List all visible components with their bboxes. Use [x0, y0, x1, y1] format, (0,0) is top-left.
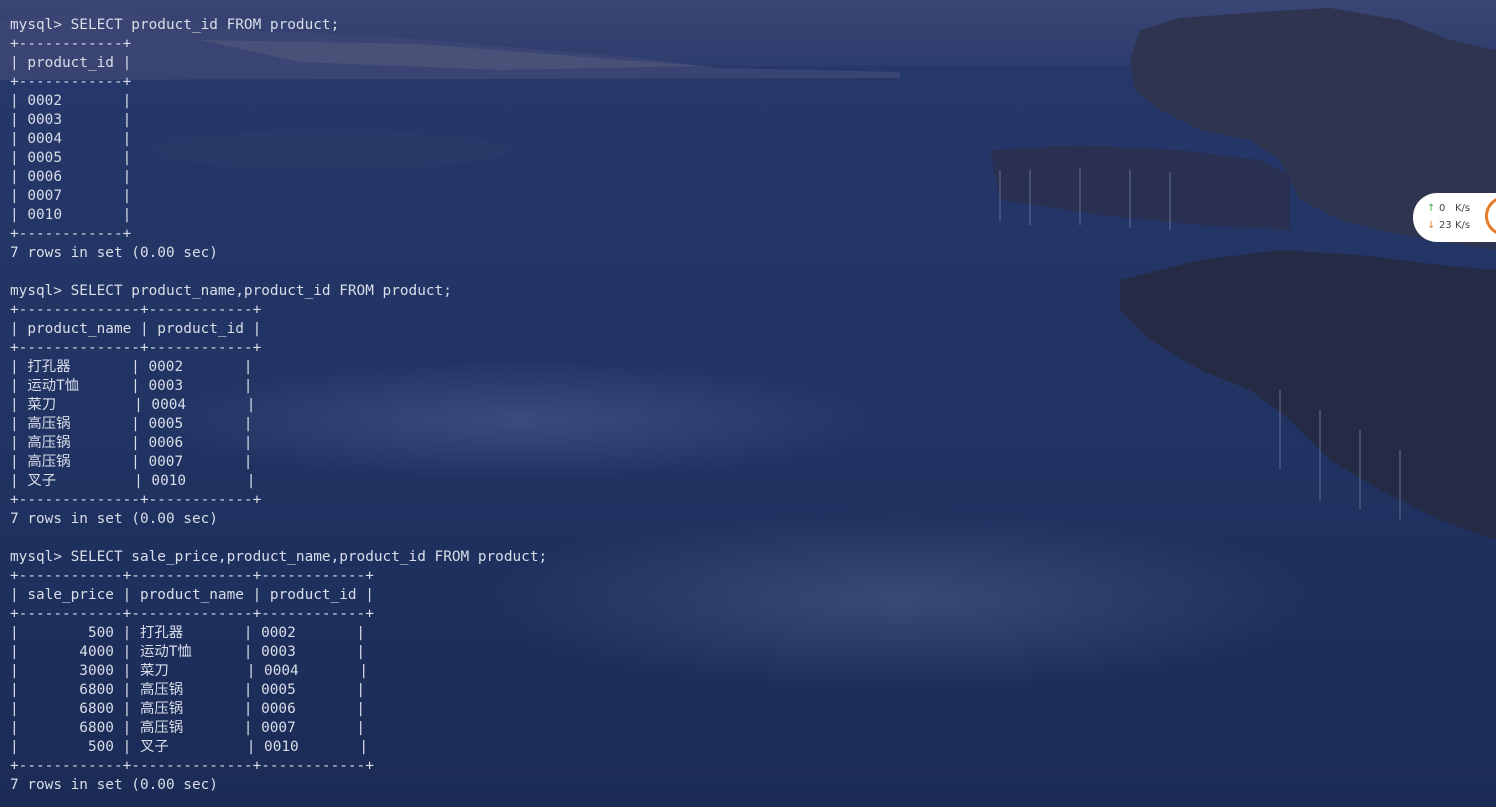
result-summary-line: 7 rows in set (0.00 sec)	[10, 777, 218, 793]
table-row: | 4000 | 运动T恤 | 0003 |	[10, 644, 366, 660]
table-row: | 高压锅 | 0007 |	[10, 454, 253, 470]
table-row: | 0002 |	[10, 93, 132, 109]
table-row: | 3000 | 菜刀 | 0004 |	[10, 663, 369, 679]
table-row: | 0010 |	[10, 207, 132, 223]
table-row: | 高压锅 | 0006 |	[10, 435, 253, 451]
table-border-line: +--------------+------------+	[10, 340, 262, 356]
table-border-line: +------------+	[10, 36, 132, 52]
table-row: | 0003 |	[10, 112, 132, 128]
upload-speed-row: ↑ 0 K/s	[1427, 202, 1470, 216]
table-border-line: +------------+--------------+-----------…	[10, 758, 374, 774]
table-row: | 运动T恤 | 0003 |	[10, 378, 253, 394]
download-speed-unit: K/s	[1455, 220, 1471, 231]
table-row: | 0004 |	[10, 131, 132, 147]
table-row: | product_name | product_id |	[10, 321, 262, 337]
table-border-line: +--------------+------------+	[10, 302, 262, 318]
table-border-line: +------------+	[10, 74, 132, 90]
table-row: | 高压锅 | 0005 |	[10, 416, 253, 432]
table-row: | 打孔器 | 0002 |	[10, 359, 253, 375]
download-speed-value: 23	[1439, 220, 1452, 231]
table-row: | sale_price | product_name | product_id…	[10, 587, 374, 603]
table-row: | 6800 | 高压锅 | 0006 |	[10, 701, 366, 717]
table-row: | 6800 | 高压锅 | 0007 |	[10, 720, 366, 736]
arrow-up-icon: ↑	[1427, 203, 1436, 214]
table-row: | 500 | 打孔器 | 0002 |	[10, 625, 366, 641]
table-row: | 叉子 | 0010 |	[10, 473, 256, 489]
network-ring-icon	[1485, 196, 1496, 236]
result-summary-line: 7 rows in set (0.00 sec)	[10, 511, 218, 527]
table-row: | product_id |	[10, 55, 132, 71]
command-line: mysql> SELECT product_name,product_id FR…	[10, 283, 452, 299]
table-row: | 0007 |	[10, 188, 132, 204]
result-summary-line: 7 rows in set (0.00 sec)	[10, 245, 218, 261]
download-speed-row: ↓ 23 K/s	[1427, 219, 1470, 233]
table-row: | 500 | 叉子 | 0010 |	[10, 739, 369, 755]
table-border-line: +------------+--------------+-----------…	[10, 606, 374, 622]
network-speed-widget[interactable]: ↑ 0 K/s ↓ 23 K/s	[1413, 193, 1496, 242]
table-row: | 6800 | 高压锅 | 0005 |	[10, 682, 366, 698]
table-border-line: +--------------+------------+	[10, 492, 262, 508]
table-border-line: +------------+	[10, 226, 132, 242]
command-line: mysql> SELECT sale_price,product_name,pr…	[10, 549, 548, 565]
table-border-line: +------------+--------------+-----------…	[10, 568, 374, 584]
table-row: | 菜刀 | 0004 |	[10, 397, 256, 413]
upload-speed-value: 0	[1439, 203, 1446, 214]
upload-speed-unit: K/s	[1455, 203, 1471, 214]
arrow-down-icon: ↓	[1427, 220, 1436, 231]
table-row: | 0005 |	[10, 150, 132, 166]
terminal-output[interactable]: mysql> SELECT product_id FROM product; +-…	[10, 16, 1310, 795]
table-row: | 0006 |	[10, 169, 132, 185]
command-line: mysql> SELECT product_id FROM product;	[10, 17, 340, 33]
